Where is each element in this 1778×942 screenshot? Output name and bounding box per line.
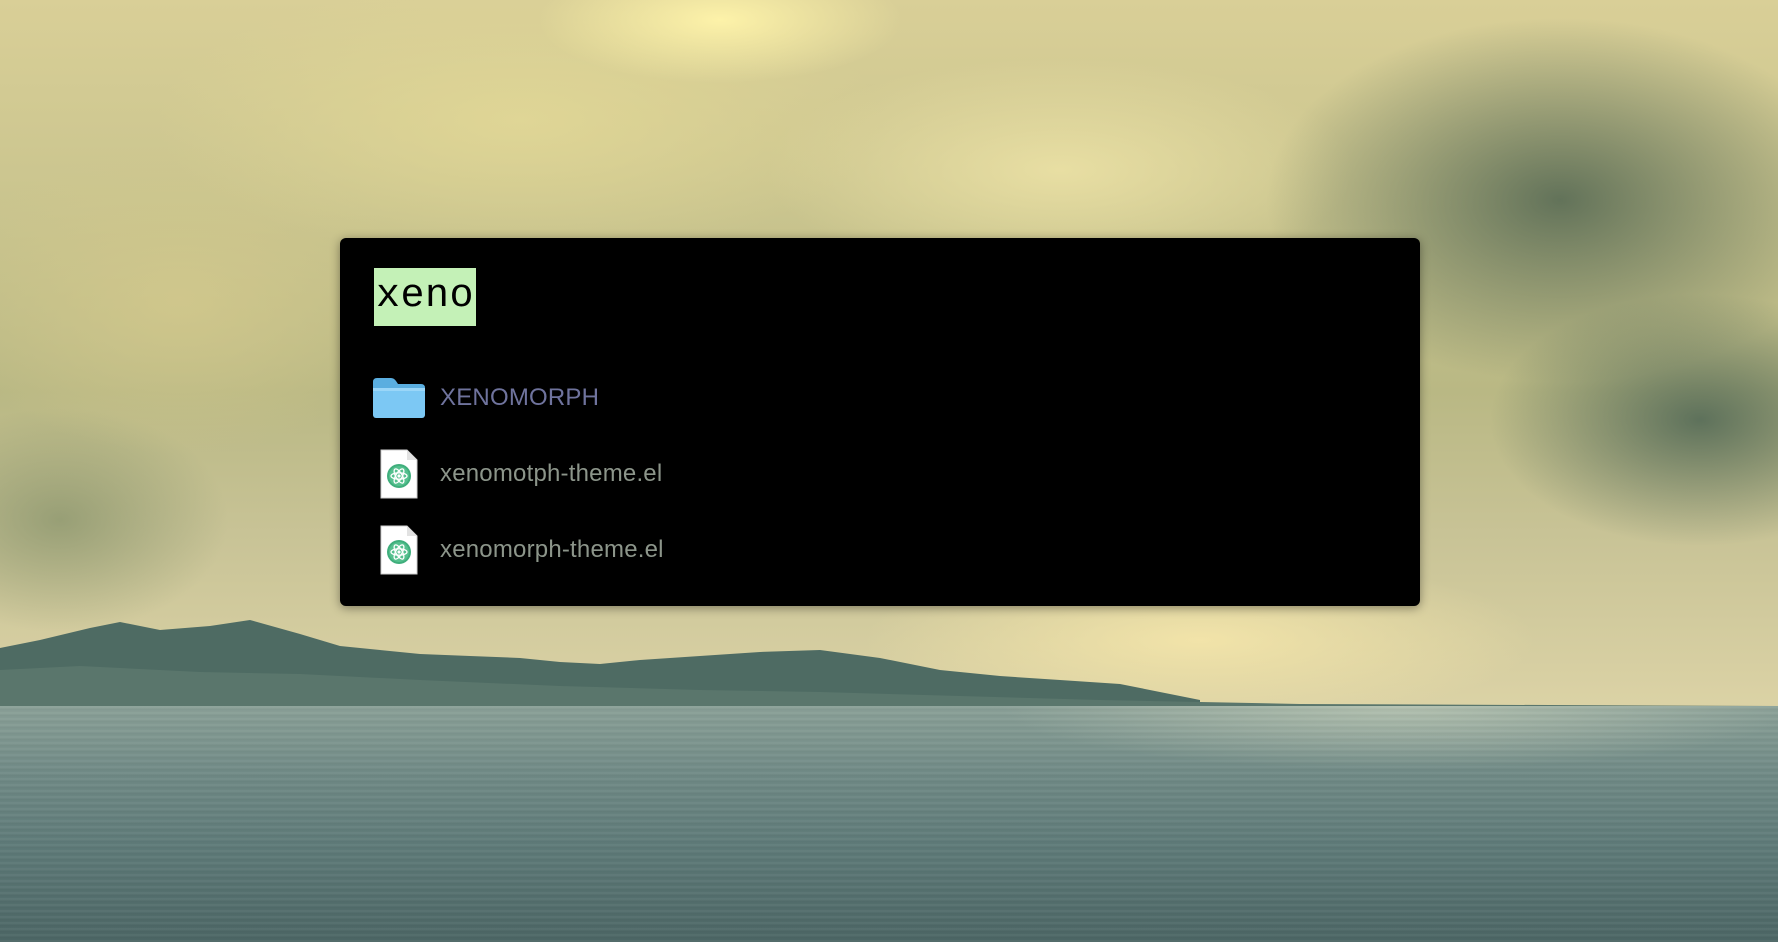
emacs-file-icon — [370, 445, 428, 503]
launcher-panel: xeno XENOMORPH xenomotph-theme.el xenomo… — [340, 238, 1420, 606]
result-item-folder[interactable]: XENOMORPH — [370, 360, 1390, 436]
result-label: xenomotph-theme.el — [440, 460, 663, 487]
results-list: XENOMORPH xenomotph-theme.el xenomorph-t… — [370, 360, 1390, 588]
result-item-file[interactable]: xenomotph-theme.el — [370, 436, 1390, 512]
wallpaper-sea — [0, 706, 1778, 942]
folder-icon — [370, 369, 428, 427]
emacs-file-icon — [370, 521, 428, 579]
search-query[interactable]: xeno — [374, 268, 477, 326]
result-item-file[interactable]: xenomorph-theme.el — [370, 512, 1390, 588]
result-label: XENOMORPH — [440, 384, 600, 411]
result-label: xenomorph-theme.el — [440, 536, 664, 563]
wallpaper-hills — [0, 620, 1778, 720]
